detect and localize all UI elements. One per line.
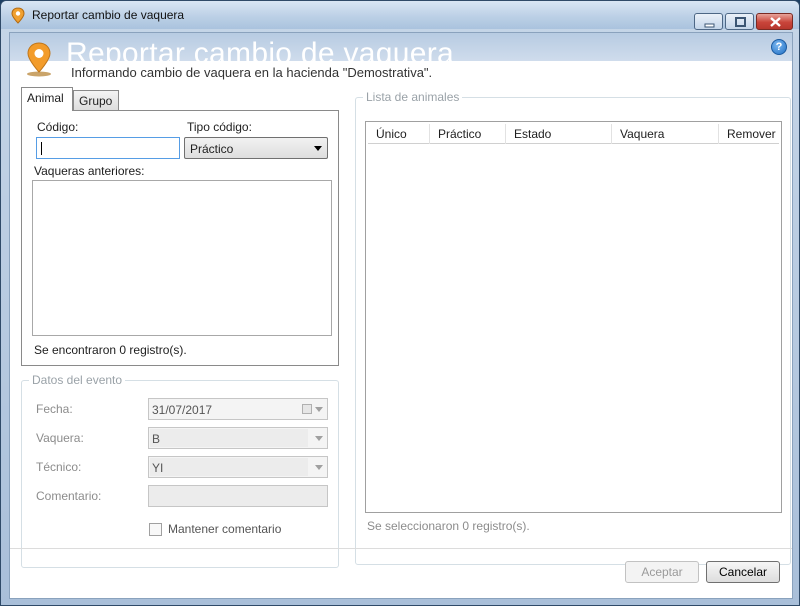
close-icon: [770, 17, 781, 27]
text-caret: [41, 142, 42, 155]
tab-grupo[interactable]: Grupo: [73, 90, 119, 112]
column-header-vaquera[interactable]: Vaquera: [612, 124, 719, 144]
code-type-value: Práctico: [190, 142, 234, 156]
keep-comment-label: Mantener comentario: [168, 522, 282, 536]
vaquera-value: B: [152, 432, 161, 446]
previous-vaqueras-label: Vaqueras anteriores:: [34, 164, 145, 178]
tecnico-select[interactable]: YI: [148, 456, 328, 478]
calendar-icon: [302, 404, 312, 414]
tecnico-value: YI: [152, 461, 164, 475]
dialog-client-area: Reportar cambio de vaquera Informando ca…: [9, 32, 793, 599]
animal-list-group: Lista de animales Único Práctico Estado …: [355, 90, 791, 565]
event-data-legend: Datos del evento: [29, 373, 126, 387]
code-type-select[interactable]: Práctico: [184, 137, 328, 159]
page-subtitle: Informando cambio de vaquera en la hacie…: [71, 65, 433, 80]
window-title: Reportar cambio de vaquera: [32, 8, 185, 22]
date-label: Fecha:: [36, 402, 73, 416]
event-data-group: Datos del evento Fecha: 31/07/2017 Vaque…: [21, 373, 339, 568]
column-header-unico[interactable]: Único: [368, 124, 430, 144]
tecnico-select-inner: [150, 458, 308, 476]
animal-list-grid[interactable]: Único Práctico Estado Vaquera Remover: [365, 121, 782, 513]
tecnico-label: Técnico:: [36, 460, 82, 474]
dialog-window: Reportar cambio de vaquera Reportar camb…: [0, 0, 800, 606]
date-picker[interactable]: 31/07/2017: [148, 398, 328, 420]
code-input[interactable]: [36, 137, 180, 159]
chevron-down-icon: [315, 407, 323, 412]
code-type-label: Tipo código:: [187, 120, 252, 134]
minimize-button[interactable]: [694, 13, 723, 30]
header-banner: Reportar cambio de vaquera Informando ca…: [10, 33, 792, 83]
location-pin-icon: [27, 42, 51, 77]
keep-comment-checkbox[interactable]: [149, 523, 162, 536]
vaquera-select-inner: [150, 429, 308, 447]
title-bar[interactable]: Reportar cambio de vaquera: [1, 1, 799, 30]
vaquera-select[interactable]: B: [148, 427, 328, 449]
code-label: Código:: [37, 120, 79, 134]
chevron-down-icon: [315, 465, 323, 470]
cancel-button[interactable]: Cancelar: [706, 561, 780, 583]
footer-divider: [10, 548, 792, 549]
grid-header: Único Práctico Estado Vaquera Remover: [368, 124, 779, 144]
animal-tab-panel: Código: Tipo código: Práctico Vaqueras a…: [21, 110, 339, 366]
tab-animal[interactable]: Animal: [21, 87, 73, 111]
minimize-icon: [704, 23, 715, 28]
accept-button[interactable]: Aceptar: [625, 561, 699, 583]
animal-list-legend: Lista de animales: [363, 90, 463, 104]
help-icon[interactable]: ?: [771, 39, 787, 55]
comment-input[interactable]: [148, 485, 328, 507]
dialog-content: Animal Grupo Código: Tipo código: Prácti…: [20, 85, 791, 575]
chevron-down-icon: [314, 146, 322, 151]
maximize-icon: [735, 17, 746, 27]
chevron-down-icon: [315, 436, 323, 441]
maximize-button[interactable]: [725, 13, 754, 30]
previous-vaqueras-list[interactable]: [32, 180, 332, 336]
selected-records-text: Se seleccionaron 0 registro(s).: [367, 519, 530, 533]
comment-label: Comentario:: [36, 489, 102, 503]
vaquera-label: Vaquera:: [36, 431, 84, 445]
records-found-text: Se encontraron 0 registro(s).: [34, 343, 187, 357]
column-header-practico[interactable]: Práctico: [430, 124, 506, 144]
date-value: 31/07/2017: [152, 403, 213, 417]
column-header-remover[interactable]: Remover: [719, 124, 779, 144]
column-header-estado[interactable]: Estado: [506, 124, 612, 144]
close-button[interactable]: [756, 13, 793, 30]
location-pin-icon: [11, 7, 25, 24]
